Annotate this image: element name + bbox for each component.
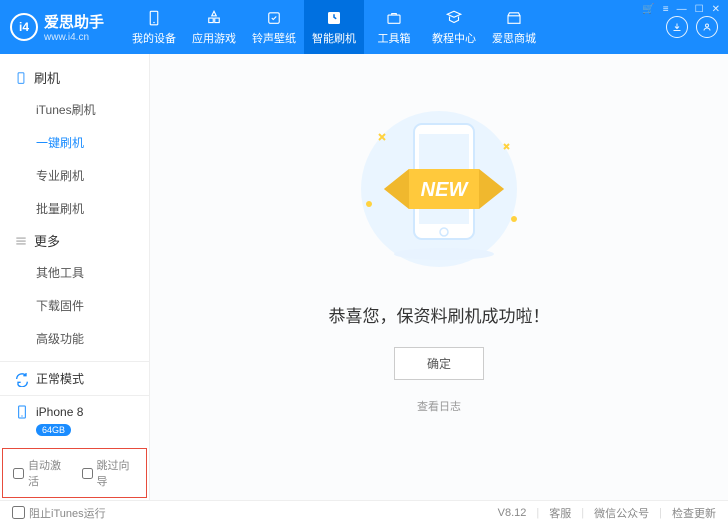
nav-tabs: 我的设备 应用游戏 铃声壁纸 智能刷机 工具箱 教程中心 爱思商城: [124, 0, 666, 54]
sidebar-item-oneclick-flash[interactable]: 一键刷机: [0, 126, 149, 159]
maximize-icon[interactable]: ☐: [695, 4, 704, 15]
user-button[interactable]: [696, 16, 718, 38]
tab-smart-flash[interactable]: 智能刷机: [304, 0, 364, 54]
minimize-icon[interactable]: —: [677, 4, 687, 15]
tab-label: 我的设备: [132, 30, 176, 46]
version-label: V8.12: [498, 507, 527, 519]
skip-guide-checkbox[interactable]: 跳过向导: [82, 457, 137, 489]
device-mode[interactable]: 正常模式: [0, 362, 149, 396]
sidebar-group-flash: 刷机: [0, 62, 149, 93]
menu-icon[interactable]: ≡: [663, 4, 669, 15]
footer: 阻止iTunes运行 V8.12 | 客服 | 微信公众号 | 检查更新: [0, 500, 728, 524]
titlebar: 🛒 ≡ — ☐ ✕ i4 爱思助手 www.i4.cn 我的设备 应用游戏 铃声…: [0, 0, 728, 54]
phone-icon: [14, 404, 30, 420]
ringtone-icon: [264, 8, 284, 28]
sidebar-item-download-fw[interactable]: 下载固件: [0, 289, 149, 322]
tab-store[interactable]: 爱思商城: [484, 0, 544, 54]
app-name: 爱思助手: [44, 11, 104, 32]
support-link[interactable]: 客服: [549, 505, 571, 521]
block-itunes-checkbox[interactable]: 阻止iTunes运行: [12, 505, 106, 521]
window-controls: 🛒 ≡ — ☐ ✕: [642, 4, 720, 15]
success-illustration: NEW: [329, 94, 549, 274]
more-icon: [14, 234, 28, 248]
device-name-label: iPhone 8: [36, 405, 83, 419]
sidebar-item-advanced[interactable]: 高级功能: [0, 322, 149, 355]
toolbox-icon: [384, 8, 404, 28]
update-link[interactable]: 检查更新: [672, 505, 716, 521]
checkbox-row-highlighted: 自动激活 跳过向导: [2, 448, 147, 498]
tab-label: 铃声壁纸: [252, 30, 296, 46]
app-logo: i4 爱思助手 www.i4.cn: [10, 11, 104, 43]
auto-activate-checkbox[interactable]: 自动激活: [13, 457, 68, 489]
device-icon: [144, 8, 164, 28]
refresh-icon: [14, 371, 30, 387]
view-log-link[interactable]: 查看日志: [417, 398, 461, 414]
tab-label: 教程中心: [432, 30, 476, 46]
phone-icon: [14, 71, 28, 85]
download-button[interactable]: [666, 16, 688, 38]
svg-text:NEW: NEW: [421, 179, 470, 201]
sidebar-group-more: 更多: [0, 225, 149, 256]
app-url: www.i4.cn: [44, 32, 104, 43]
success-message: 恭喜您，保资料刷机成功啦！: [329, 302, 550, 327]
group-title: 更多: [34, 231, 60, 250]
tab-ringtone[interactable]: 铃声壁纸: [244, 0, 304, 54]
sidebar-item-pro-flash[interactable]: 专业刷机: [0, 159, 149, 192]
close-icon[interactable]: ✕: [712, 4, 720, 15]
logo-icon: i4: [10, 13, 38, 41]
tab-my-device[interactable]: 我的设备: [124, 0, 184, 54]
main-content: NEW 恭喜您，保资料刷机成功啦！ 确定 查看日志: [150, 54, 728, 500]
group-title: 刷机: [34, 68, 60, 87]
tutorial-icon: [444, 8, 464, 28]
sidebar-item-batch-flash[interactable]: 批量刷机: [0, 192, 149, 225]
tab-label: 应用游戏: [192, 30, 236, 46]
tab-label: 工具箱: [378, 30, 411, 46]
tab-label: 智能刷机: [312, 30, 356, 46]
store-icon: [504, 8, 524, 28]
mode-label: 正常模式: [36, 370, 84, 387]
flash-icon: [324, 8, 344, 28]
wechat-link[interactable]: 微信公众号: [594, 505, 649, 521]
sidebar-item-itunes-flash[interactable]: iTunes刷机: [0, 93, 149, 126]
tab-toolbox[interactable]: 工具箱: [364, 0, 424, 54]
tab-apps[interactable]: 应用游戏: [184, 0, 244, 54]
apps-icon: [204, 8, 224, 28]
sidebar: 刷机 iTunes刷机 一键刷机 专业刷机 批量刷机 更多 其他工具 下载固件 …: [0, 54, 150, 500]
cart-icon[interactable]: 🛒: [642, 4, 654, 15]
tab-label: 爱思商城: [492, 30, 536, 46]
titlebar-right: [666, 16, 718, 38]
device-info[interactable]: iPhone 8 64GB: [0, 396, 149, 446]
confirm-button[interactable]: 确定: [394, 347, 484, 380]
device-capacity-badge: 64GB: [36, 424, 71, 436]
tab-tutorials[interactable]: 教程中心: [424, 0, 484, 54]
sidebar-item-other-tools[interactable]: 其他工具: [0, 256, 149, 289]
